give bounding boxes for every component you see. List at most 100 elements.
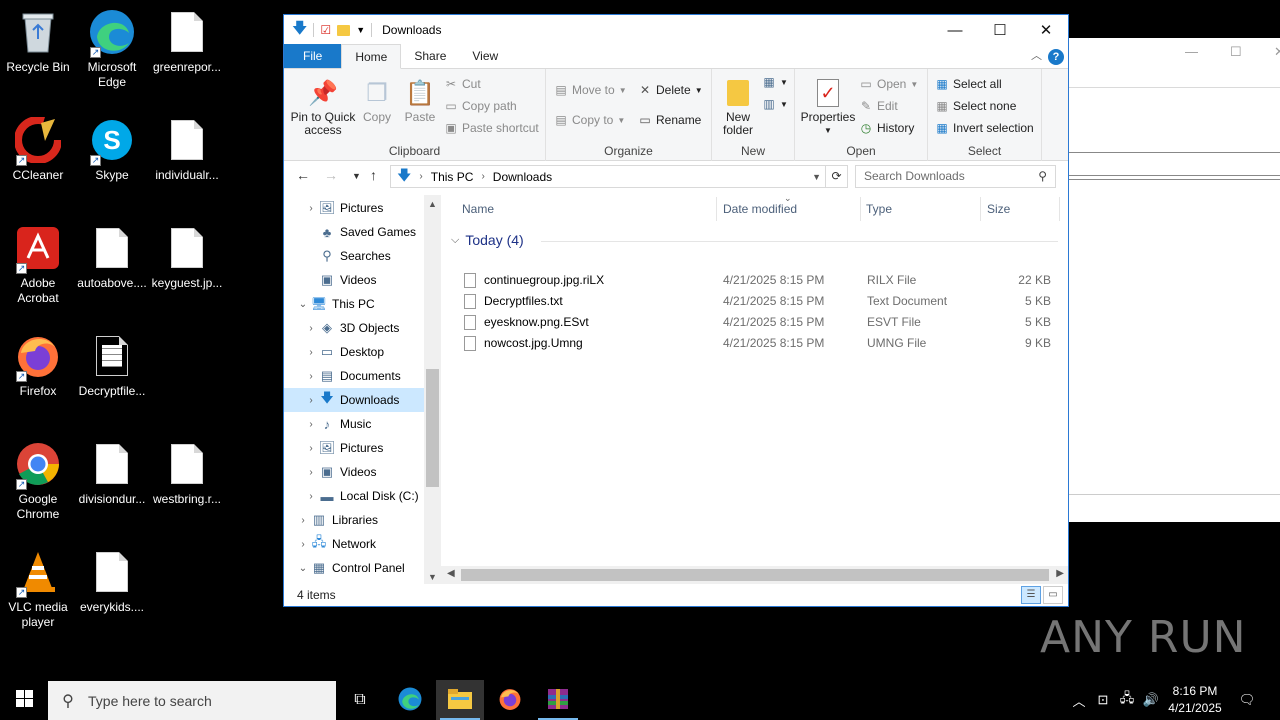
nav-item-videos[interactable]: › ▣ Videos — [284, 460, 424, 484]
horizontal-scrollbar[interactable]: ◀ ▶ — [441, 566, 1068, 584]
nav-scrollbar[interactable]: ▲ ▼ — [424, 195, 441, 584]
nav-item-pictures[interactable]: › 🖼 Pictures — [284, 196, 424, 220]
chevron-right-icon[interactable]: › — [304, 467, 318, 478]
taskbar-winrar[interactable] — [534, 680, 582, 720]
maximize-icon[interactable]: ☐ — [1230, 44, 1242, 60]
scroll-right-icon[interactable]: ▶ — [1056, 568, 1064, 579]
breadcrumb-downloads[interactable]: Downloads — [493, 170, 552, 184]
new-item-button[interactable]: ▦ ▼ — [762, 75, 788, 89]
chevron-right-icon[interactable]: › — [296, 515, 310, 526]
chevron-right-icon[interactable]: › — [304, 371, 318, 382]
scrollbar-thumb[interactable] — [461, 569, 1049, 581]
desktop-icon-ccleaner[interactable]: ↗ CCleaner — [0, 116, 76, 183]
minimize-icon[interactable]: — — [1185, 44, 1198, 59]
desktop-icon-recycle-bin[interactable]: Recycle Bin — [0, 8, 76, 75]
desktop-icon-vlc[interactable]: ↗ VLC media player — [0, 548, 76, 630]
nav-item-documents[interactable]: › ▤ Documents — [284, 364, 424, 388]
column-date-modified[interactable]: Date modified — [723, 202, 797, 216]
chevron-right-icon[interactable]: › — [304, 203, 318, 214]
nav-item-downloads[interactable]: › 🡇 Downloads — [284, 388, 424, 412]
desktop-icon-individualr[interactable]: individualr... — [149, 116, 225, 183]
column-type[interactable]: Type — [866, 202, 892, 216]
help-icon[interactable]: ? — [1048, 49, 1064, 65]
rename-button[interactable]: ▭ Rename — [638, 113, 701, 127]
explorer-window[interactable]: 🡇 ☑ ▼ Downloads — ☐ ✕ File Home Share Vi… — [283, 14, 1069, 607]
large-icons-view-button[interactable]: ▭ — [1043, 586, 1063, 604]
network-tray-button[interactable]: 🖧 — [1116, 680, 1138, 720]
taskbar-edge[interactable] — [386, 680, 434, 720]
desktop-icon-google-chrome[interactable]: ↗ Google Chrome — [0, 440, 76, 522]
invert-selection-button[interactable]: ▦ Invert selection — [935, 121, 1033, 135]
desktop-icon-autoabove[interactable]: autoabove.... — [74, 224, 150, 291]
file-row[interactable]: continuegroup.jpg.riLX 4/21/2025 8:15 PM R… — [459, 270, 1059, 291]
desktop-icon-edge[interactable]: ↗ Microsoft Edge — [74, 8, 150, 90]
edit-button[interactable]: ✎ Edit — [859, 99, 898, 113]
properties-button[interactable]: ✓ Properties ▼ — [800, 75, 856, 137]
file-row[interactable]: nowcost.jpg.Umng 4/21/2025 8:15 PM UMNG Fi… — [459, 333, 1059, 354]
desktop-icon-greenrepor[interactable]: greenrepor... — [149, 8, 225, 75]
desktop-icon-firefox[interactable]: ↗ Firefox — [0, 332, 76, 399]
nav-item-videos[interactable]: ▣ Videos — [284, 268, 424, 292]
copy-to-button[interactable]: ▤ Copy to ▼ — [554, 113, 625, 127]
select-all-button[interactable]: ▦ Select all — [935, 77, 1001, 91]
scroll-left-icon[interactable]: ◀ — [447, 568, 455, 579]
scroll-down-icon[interactable]: ▼ — [424, 572, 441, 582]
action-center-button[interactable]: 🗨 — [1232, 680, 1262, 720]
breadcrumb-this-pc[interactable]: This PC — [431, 170, 474, 184]
chevron-down-icon[interactable]: ⌄ — [296, 563, 310, 574]
tray-app-icon[interactable]: ⊡ — [1092, 680, 1114, 720]
tab-home[interactable]: Home — [341, 44, 402, 69]
chevron-right-icon[interactable]: › — [304, 323, 318, 334]
qat-dropdown-icon[interactable]: ▼ — [356, 25, 365, 35]
start-button[interactable] — [0, 680, 48, 720]
easy-access-button[interactable]: ▥ ▼ — [762, 97, 788, 111]
paste-shortcut-button[interactable]: ▣ Paste shortcut — [444, 121, 538, 135]
chevron-right-icon[interactable]: › — [304, 443, 318, 454]
refresh-button[interactable]: ⟳ — [826, 165, 848, 188]
close-button[interactable]: ✕ — [1023, 15, 1069, 45]
search-input[interactable]: Search Downloads ⚲ — [855, 165, 1056, 188]
delete-button[interactable]: ✕ Delete ▼ — [638, 83, 703, 97]
minimize-button[interactable]: — — [932, 15, 978, 45]
desktop-icon-everykids[interactable]: everykids.... — [74, 548, 150, 615]
close-icon[interactable]: ✕ — [1274, 44, 1280, 60]
up-icon[interactable]: ↑ — [370, 167, 377, 183]
column-size[interactable]: Size — [987, 202, 1010, 216]
properties-qat-icon[interactable]: ☑ — [320, 23, 331, 37]
volume-tray-button[interactable]: 🔊 — [1140, 680, 1162, 720]
cut-button[interactable]: ✂ Cut — [444, 77, 481, 91]
tab-share[interactable]: Share — [401, 44, 459, 68]
nav-item-3d-objects[interactable]: › ◈ 3D Objects — [284, 316, 424, 340]
taskbar-firefox[interactable] — [486, 680, 534, 720]
nav-item-control-panel[interactable]: ⌄ ▦ Control Panel — [284, 556, 424, 580]
maximize-button[interactable]: ☐ — [977, 15, 1023, 45]
chevron-right-icon[interactable]: › — [304, 419, 318, 430]
nav-item-network[interactable]: › 🖧 Network — [284, 532, 424, 556]
select-none-button[interactable]: ▦ Select none — [935, 99, 1016, 113]
pin-quick-access-button[interactable]: 📌 Pin to Quick access — [289, 75, 357, 137]
group-header-today[interactable]: ⌵ Today (4) — [451, 232, 524, 248]
address-bar[interactable]: 🡇 › This PC › Downloads ▼ — [390, 165, 826, 188]
address-dropdown-icon[interactable]: ▼ — [812, 172, 821, 182]
nav-item-libraries[interactable]: › ▥ Libraries — [284, 508, 424, 532]
collapse-ribbon-icon[interactable]: ︿ — [1031, 47, 1042, 63]
chevron-down-icon[interactable]: ⌄ — [296, 299, 310, 310]
nav-item-local-disk-c[interactable]: › ▬ Local Disk (C:) — [284, 484, 424, 508]
paste-button[interactable]: 📋 Paste — [402, 75, 438, 124]
nav-item-saved-games[interactable]: ♣ Saved Games — [284, 220, 424, 244]
tab-view[interactable]: View — [459, 44, 511, 68]
desktop-icon-decryptfiles[interactable]: Decryptfile... — [74, 332, 150, 399]
task-view-button[interactable]: ⧉ — [336, 680, 384, 720]
move-to-button[interactable]: ▤ Move to ▼ — [554, 83, 626, 97]
column-name[interactable]: Name — [462, 202, 494, 216]
open-button[interactable]: ▭ Open ▼ — [859, 77, 918, 91]
desktop-icon-divisiondur[interactable]: divisiondur... — [74, 440, 150, 507]
title-bar[interactable]: 🡇 ☑ ▼ Downloads — ☐ ✕ — [284, 15, 1068, 45]
nav-item-music[interactable]: › ♪ Music — [284, 412, 424, 436]
desktop-icon-skype[interactable]: S ↗ Skype — [74, 116, 150, 183]
desktop-icon-keyguest[interactable]: keyguest.jp... — [149, 224, 225, 291]
file-row[interactable]: eyesknow.png.ESvt 4/21/2025 8:15 PM ESVT F… — [459, 312, 1059, 333]
back-icon[interactable]: ← — [296, 167, 310, 183]
chevron-right-icon[interactable]: › — [304, 395, 318, 406]
scroll-up-icon[interactable]: ▲ — [424, 199, 441, 209]
